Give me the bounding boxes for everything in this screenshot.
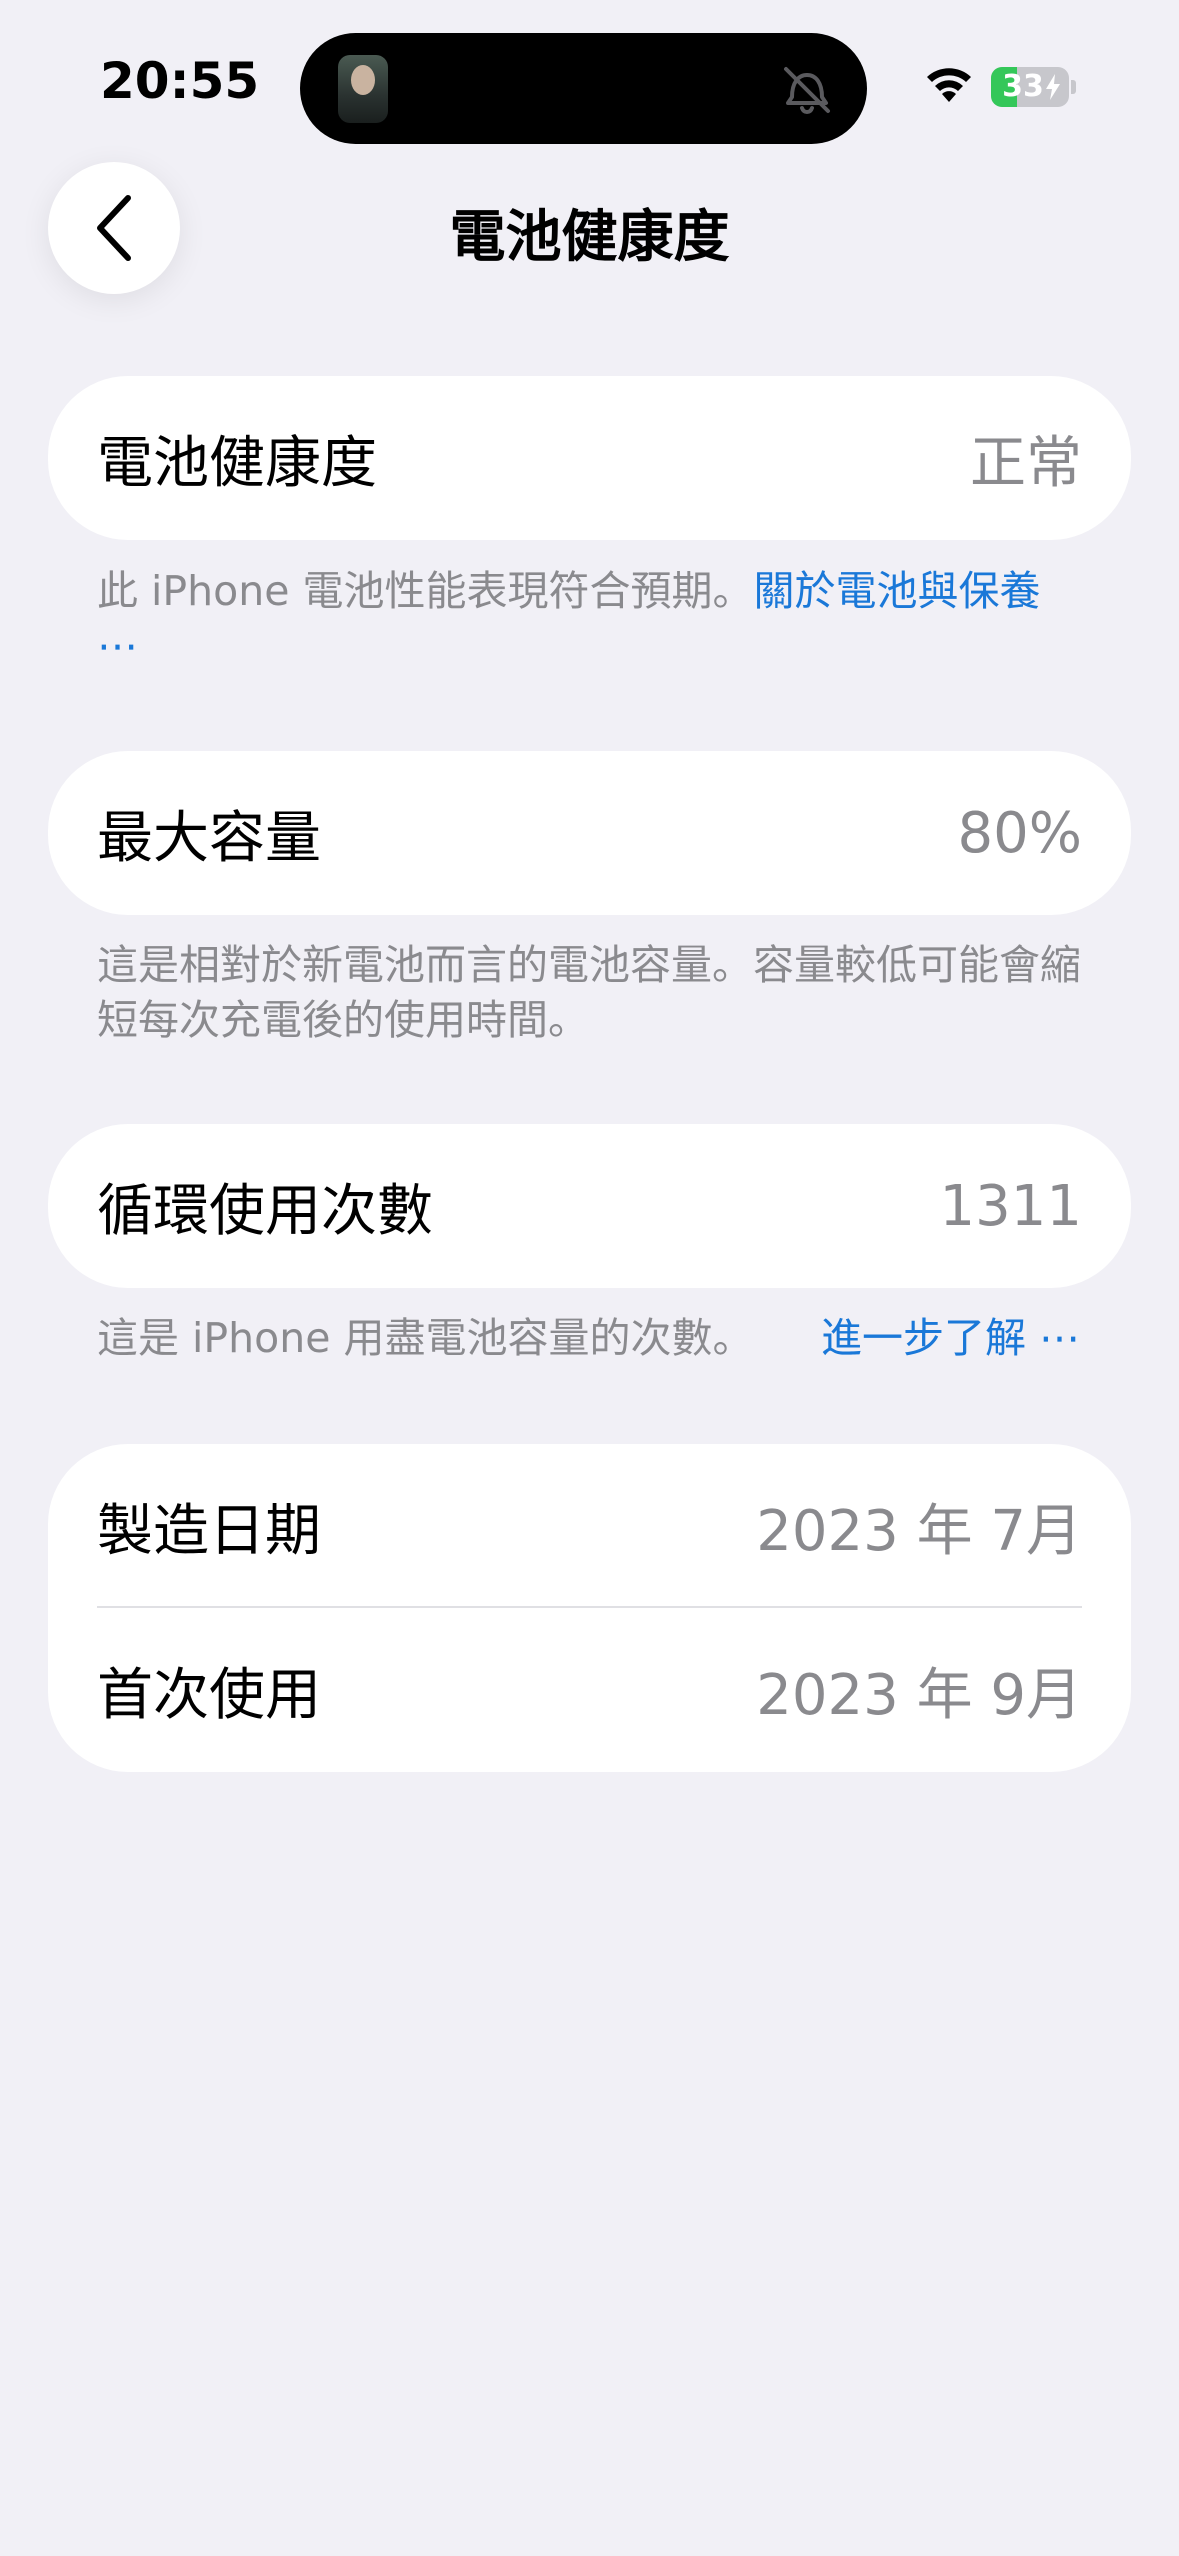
page-title: 電池健康度 [449,205,730,270]
manufacture-date-value: 2023 年 7月 [756,1498,1082,1564]
battery-cap [1071,80,1076,94]
charging-bolt-icon [1046,74,1060,100]
cycle-count-note-text: 這是 iPhone 用盡電池容量的次數。 [97,1314,754,1362]
max-capacity-label: 最大容量 [97,805,321,871]
max-capacity-card: 最大容量 80% [48,751,1131,915]
cycle-count-value: 1311 [939,1173,1082,1239]
cycle-count-card: 循環使用次數 1311 [48,1124,1131,1288]
max-capacity-row: 最大容量 80% [48,751,1131,915]
battery-health-row: 電池健康度 正常 [48,376,1131,540]
max-capacity-value: 80% [957,800,1082,866]
mute-icon [784,67,830,114]
dynamic-island[interactable] [300,33,867,144]
first-use-label: 首次使用 [97,1662,321,1728]
battery-health-label: 電池健康度 [97,430,377,496]
cycle-count-label: 循環使用次數 [97,1178,433,1244]
battery-health-card: 電池健康度 正常 [48,376,1131,540]
status-time: 20:55 [100,52,260,110]
battery-health-note-text: 此 iPhone 電池性能表現符合預期。 [97,567,754,615]
first-use-row: 首次使用 2023 年 9月 [48,1608,1131,1772]
cycle-count-note: 這是 iPhone 用盡電池容量的次數。 進一步了解 ⋯ [97,1311,1080,1366]
max-capacity-note: 這是相對於新電池而言的電池容量。容量較低可能會縮短每次充電後的使用時間。 [97,941,1081,1044]
status-bar: 20:55 33 [0,0,1179,160]
battery-health-note: 此 iPhone 電池性能表現符合預期。關於電池與保養 ⋯ [97,564,1087,674]
manufacture-date-row: 製造日期 2023 年 7月 [48,1444,1131,1608]
manufacture-date-label: 製造日期 [97,1498,321,1564]
contact-avatar [338,55,388,123]
wifi-icon [927,68,971,102]
cycle-count-row: 循環使用次數 1311 [48,1124,1131,1288]
battery-indicator: 33 [991,67,1069,107]
first-use-value: 2023 年 9月 [756,1662,1082,1728]
dates-card: 製造日期 2023 年 7月 首次使用 2023 年 9月 [48,1444,1131,1772]
battery-health-value: 正常 [970,430,1082,496]
learn-more-link[interactable]: 進一步了解 ⋯ [821,1311,1080,1366]
